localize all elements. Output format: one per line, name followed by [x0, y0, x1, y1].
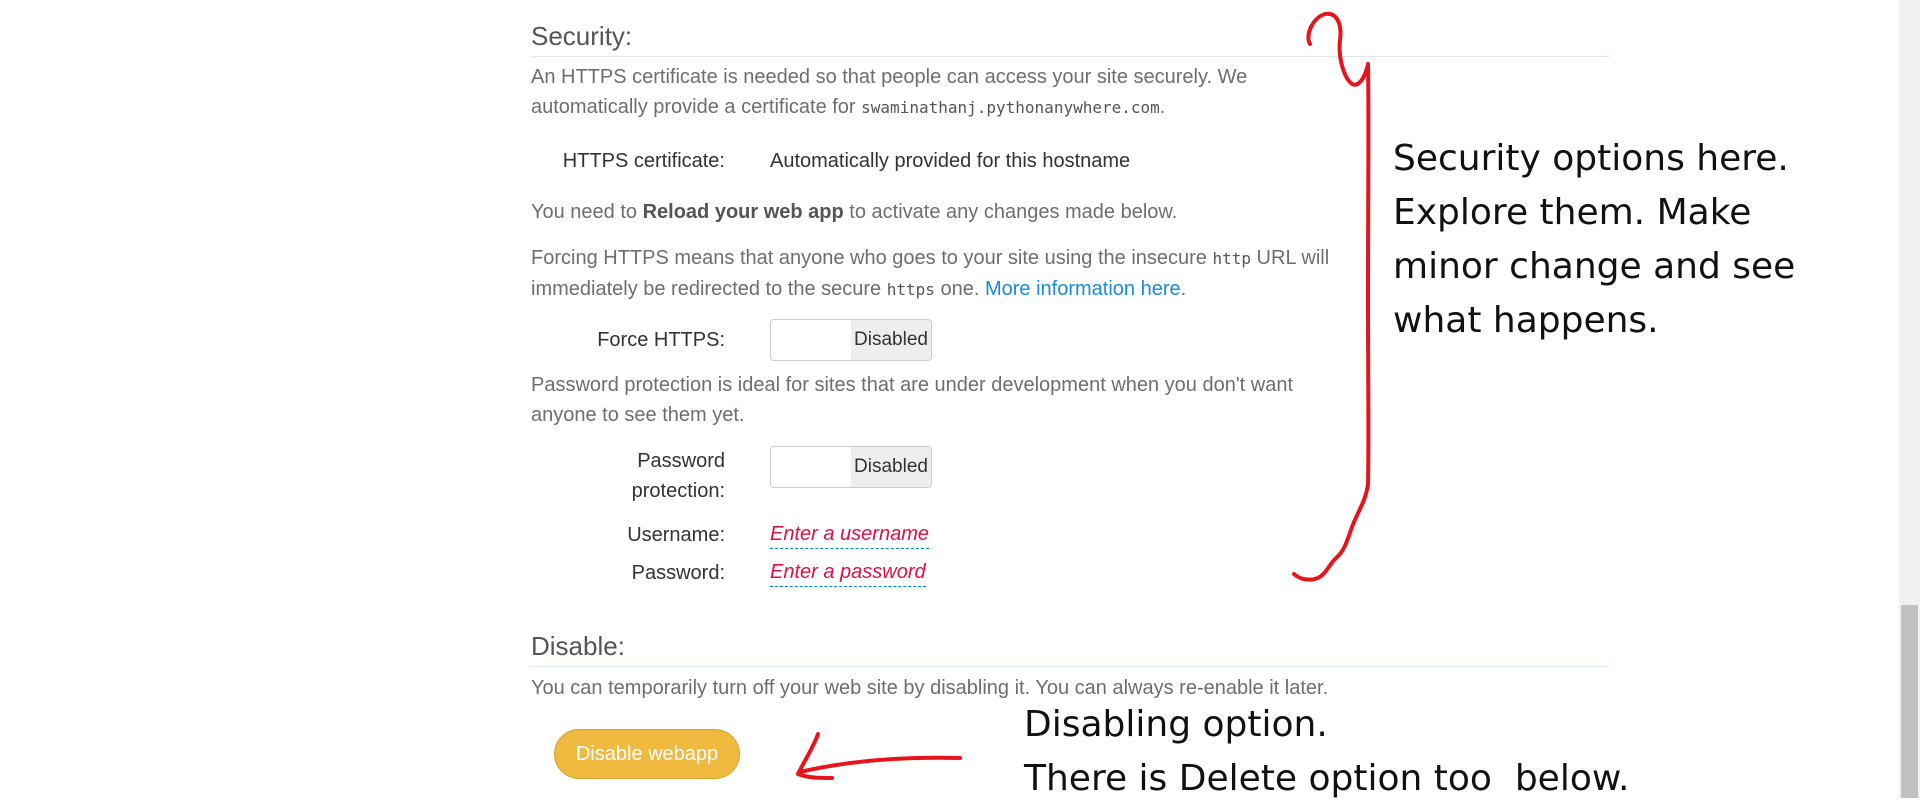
https-certificate-row: HTTPS certificate: Automatically provide… — [531, 146, 1130, 176]
http-code: http — [1212, 249, 1251, 268]
security-annotation-line: minor change and see — [1393, 246, 1796, 287]
more-information-link[interactable]: More information here — [985, 278, 1181, 300]
password-protection-toggle[interactable]: Disabled — [770, 446, 932, 488]
security-annotation-line: what happens. — [1393, 300, 1659, 341]
password-label: Password: — [631, 562, 725, 584]
force-https-description: Forcing HTTPS means that anyone who goes… — [531, 243, 1371, 305]
force-https-text-1: Forcing HTTPS means that anyone who goes… — [531, 247, 1213, 269]
security-annotation: Security options here. Explore them. Mak… — [1393, 132, 1795, 348]
security-heading: Security: — [531, 18, 1609, 58]
disable-webapp-button[interactable]: Disable webapp — [554, 729, 740, 779]
https-code: https — [886, 280, 935, 299]
force-https-row: Force HTTPS: Disabled — [531, 319, 932, 361]
password-protection-description: Password protection is ideal for sites t… — [531, 374, 1294, 426]
disable-heading: Disable: — [531, 628, 1609, 668]
security-annotation-line: Security options here. — [1393, 138, 1789, 179]
hostname-code: swaminathanj.pythonanywhere.com — [861, 98, 1160, 117]
force-https-toggle[interactable]: Disabled — [770, 319, 932, 361]
password-protection-label-line2: protection: — [631, 480, 725, 502]
username-editable[interactable]: Enter a username — [770, 520, 929, 549]
password-protection-row: Password protection: Disabled — [531, 446, 932, 506]
force-https-text-3: one. — [934, 278, 985, 300]
password-protection-toggle-state: Disabled — [851, 447, 931, 487]
https-intro-text: An HTTPS certificate is needed so that p… — [531, 62, 1341, 123]
username-label: Username: — [627, 524, 725, 546]
disable-arrow-shaft — [798, 755, 962, 774]
reload-notice-bold: Reload your web app — [642, 201, 844, 223]
https-certificate-value: Automatically provided for this hostname — [770, 150, 1131, 172]
password-editable[interactable]: Enter a password — [770, 558, 926, 587]
https-certificate-label: HTTPS certificate: — [562, 150, 725, 172]
page-scrollbar-thumb[interactable] — [1901, 605, 1918, 798]
force-https-toggle-handle — [771, 320, 851, 360]
force-https-text-end: . — [1180, 278, 1187, 300]
https-intro-end: . — [1159, 96, 1166, 118]
disable-annotation-line: Disabling option. — [1024, 704, 1328, 745]
force-https-label: Force HTTPS: — [597, 329, 725, 351]
reload-notice: You need to Reload your web app to activ… — [531, 197, 1381, 227]
force-https-toggle-state: Disabled — [851, 320, 931, 360]
password-protection-label-line1: Password — [637, 450, 725, 472]
disable-annotation: Disabling option. There is Delete option… — [1024, 698, 1629, 806]
password-row: Password: Enter a password — [531, 558, 926, 588]
disable-arrow-head — [796, 732, 834, 780]
page-scrollbar[interactable] — [1899, 0, 1920, 798]
password-protection-label: Password protection: — [531, 446, 725, 506]
reload-notice-post: to activate any changes made below. — [843, 201, 1178, 223]
username-row: Username: Enter a username — [531, 520, 929, 550]
reload-notice-pre: You need to — [531, 201, 643, 223]
security-annotation-line: Explore them. Make — [1393, 192, 1752, 233]
password-protection-toggle-handle — [771, 447, 851, 487]
